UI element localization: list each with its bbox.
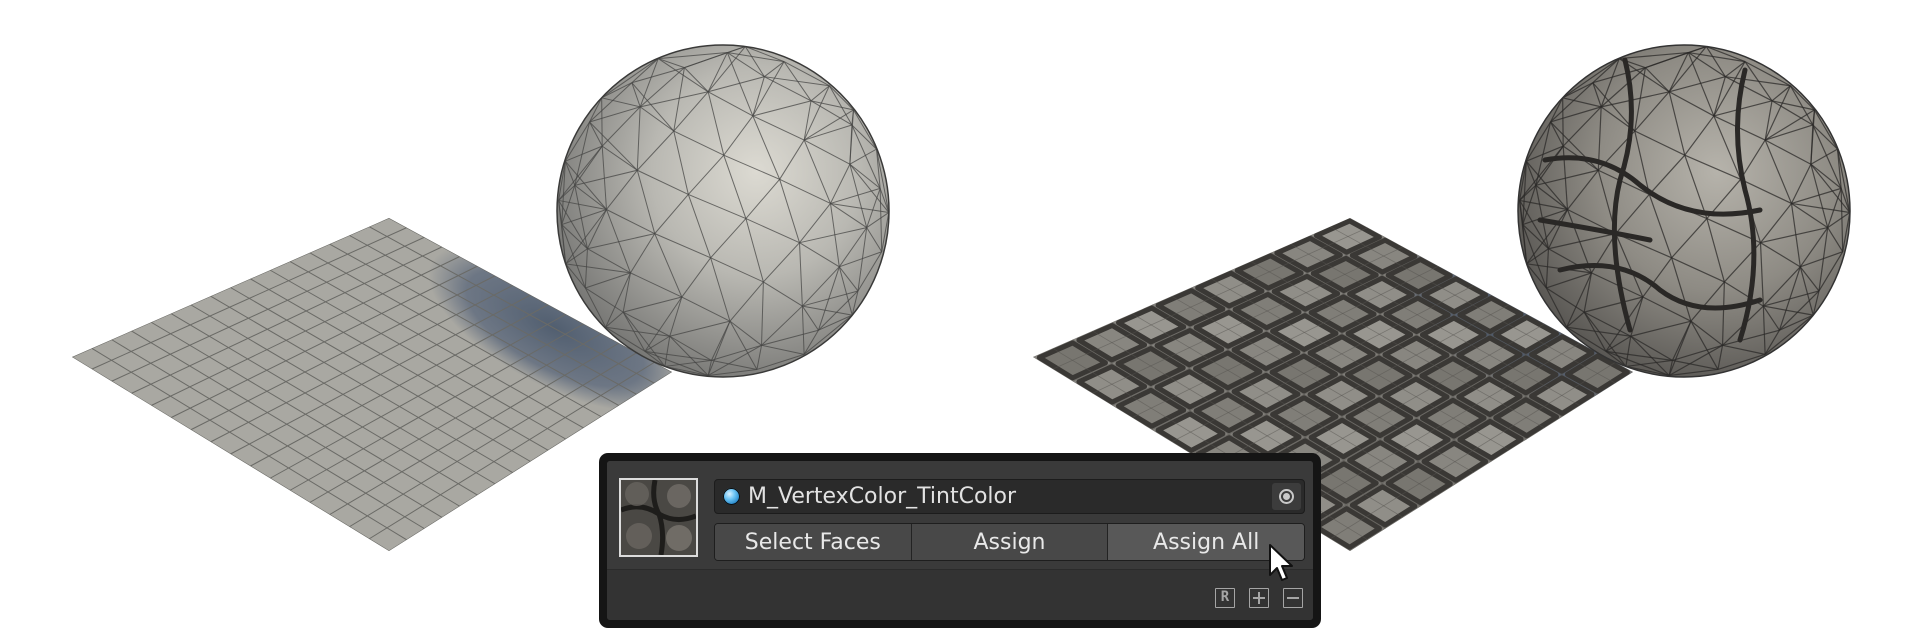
select-faces-button[interactable]: Select Faces [715, 524, 911, 560]
material-actions: Select Faces Assign Assign All [714, 523, 1305, 561]
geodesic-sphere-left [556, 44, 890, 378]
assign-button[interactable]: Assign [910, 524, 1108, 560]
object-picker-dot [1283, 493, 1290, 500]
mouse-cursor-icon [1269, 544, 1293, 581]
material-name: M_VertexColor_TintColor [748, 484, 1017, 509]
material-icon [723, 488, 740, 505]
material-row: M_VertexColor_TintColor Select Faces Ass… [607, 461, 1313, 570]
object-picker-button[interactable] [1272, 483, 1301, 510]
add-icon[interactable] [1249, 588, 1269, 608]
material-thumbnail[interactable] [619, 478, 698, 557]
material-palette-panel: M_VertexColor_TintColor Select Faces Ass… [599, 453, 1321, 628]
palette-footer: R [607, 570, 1313, 620]
material-field[interactable]: M_VertexColor_TintColor [714, 479, 1305, 514]
reset-icon[interactable]: R [1215, 588, 1235, 608]
remove-icon[interactable] [1283, 588, 1303, 608]
stone-sphere-right [1517, 44, 1851, 378]
